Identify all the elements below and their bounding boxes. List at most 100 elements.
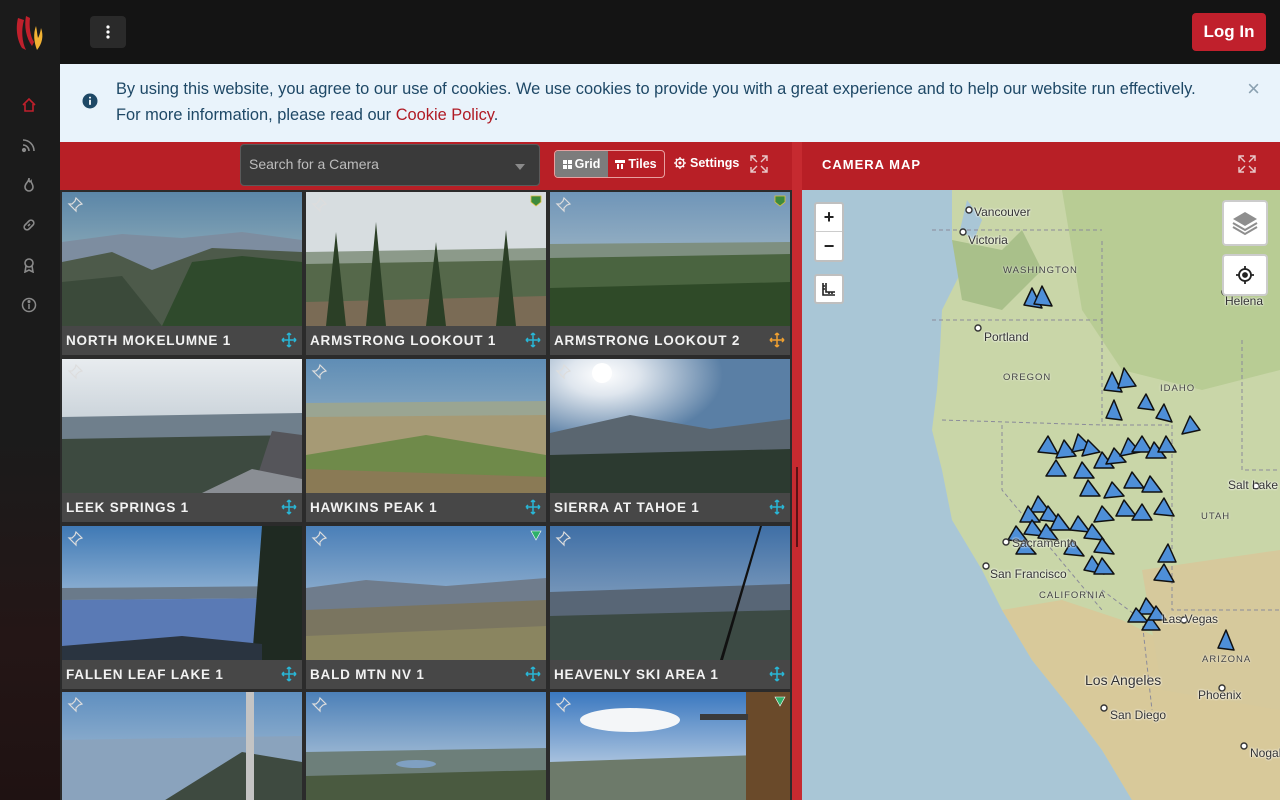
camera-image[interactable] (62, 359, 302, 493)
camera-tile[interactable] (62, 692, 302, 800)
pin-icon[interactable] (66, 363, 84, 381)
measure-button[interactable] (814, 274, 844, 304)
move-icon[interactable] (281, 666, 297, 682)
usfs-shield-icon (774, 195, 786, 207)
search-input[interactable] (249, 156, 499, 172)
layers-button[interactable] (1222, 200, 1268, 246)
camera-tile[interactable]: NORTH MOKELUMNE 1 (62, 192, 302, 355)
camera-tile[interactable]: ARMSTRONG LOOKOUT 1 (306, 192, 546, 355)
alertwildfire-logo[interactable] (14, 12, 46, 52)
zoom-control: + − (814, 202, 844, 262)
camera-image[interactable] (62, 192, 302, 326)
drag-handle[interactable] (796, 467, 798, 547)
camera-name[interactable]: ARMSTRONG LOOKOUT 2 (554, 333, 740, 348)
expand-icon[interactable] (750, 155, 768, 173)
tile-caption: FALLEN LEAF LAKE 1 (62, 660, 302, 689)
tile-caption: LEEK SPRINGS 1 (62, 493, 302, 522)
move-icon[interactable] (769, 499, 785, 515)
camera-name[interactable]: SIERRA AT TAHOE 1 (554, 500, 700, 515)
camera-name[interactable]: HEAVENLY SKI AREA 1 (554, 667, 719, 682)
camera-tile[interactable]: BALD MTN NV 1 (306, 526, 546, 689)
camera-tile[interactable]: LEEK SPRINGS 1 (62, 359, 302, 522)
zoom-in-button[interactable]: + (816, 204, 842, 232)
camera-image[interactable] (550, 692, 790, 800)
camera-image[interactable] (550, 192, 790, 326)
pin-icon[interactable] (66, 196, 84, 214)
camera-map[interactable]: Vancouver Victoria Helena Portland Salt … (802, 190, 1280, 800)
home-icon[interactable] (18, 94, 40, 116)
pin-icon[interactable] (554, 696, 572, 714)
camera-name[interactable]: BALD MTN NV 1 (310, 667, 425, 682)
camera-name[interactable]: HAWKINS PEAK 1 (310, 500, 437, 515)
camera-image[interactable] (550, 526, 790, 660)
expand-icon[interactable] (1238, 155, 1256, 173)
camera-tile[interactable] (306, 692, 546, 800)
more-menu-button[interactable] (90, 16, 126, 48)
camera-image[interactable] (306, 692, 546, 800)
camera-image[interactable] (306, 526, 546, 660)
pin-icon[interactable] (66, 530, 84, 548)
move-icon[interactable] (525, 499, 541, 515)
camera-search[interactable] (240, 144, 540, 186)
close-icon[interactable]: × (1247, 78, 1260, 100)
tile-caption: BALD MTN NV 1 (306, 660, 546, 689)
cookie-policy-link[interactable]: Cookie Policy (396, 106, 494, 124)
pin-icon[interactable] (310, 363, 328, 381)
cookie-text: By using this website, you agree to our … (116, 80, 1196, 124)
camera-tile[interactable]: SIERRA AT TAHOE 1 (550, 359, 790, 522)
fire-icon[interactable] (18, 174, 40, 196)
camera-tile[interactable]: ARMSTRONG LOOKOUT 2 (550, 192, 790, 355)
pin-icon[interactable] (66, 696, 84, 714)
move-icon[interactable] (769, 332, 785, 348)
map-panel: CAMERA MAP Vancouver Victoria Helena Por… (802, 142, 1280, 800)
map-city-label: Vancouver (974, 205, 1031, 219)
info-circle-icon[interactable] (18, 294, 40, 316)
camera-image[interactable] (62, 692, 302, 800)
panel-splitter[interactable] (792, 142, 802, 800)
crosshair-icon (1236, 266, 1254, 284)
camera-tile[interactable]: HAWKINS PEAK 1 (306, 359, 546, 522)
settings-button[interactable]: Settings (674, 156, 739, 170)
camera-tile[interactable] (550, 692, 790, 800)
award-icon[interactable] (18, 254, 40, 276)
pin-icon[interactable] (310, 196, 328, 214)
camera-image[interactable] (306, 192, 546, 326)
move-icon[interactable] (769, 666, 785, 682)
map-city-label: San Francisco (990, 567, 1067, 581)
app-root: Log In By using this website, you agree … (0, 0, 1280, 800)
map-city-label: San Diego (1110, 708, 1167, 722)
move-icon[interactable] (525, 332, 541, 348)
tiles-view-button[interactable]: Tiles (608, 151, 664, 177)
login-button[interactable]: Log In (1192, 13, 1266, 51)
camera-tile[interactable]: FALLEN LEAF LAKE 1 (62, 526, 302, 689)
move-icon[interactable] (525, 666, 541, 682)
camera-name[interactable]: LEEK SPRINGS 1 (66, 500, 189, 515)
map-city-label: Helena (1225, 294, 1264, 308)
usfs-shield-icon (530, 195, 542, 207)
move-icon[interactable] (281, 499, 297, 515)
pin-icon[interactable] (554, 530, 572, 548)
map-title: CAMERA MAP (822, 157, 922, 172)
ruler-icon (822, 283, 835, 296)
map-city-label: Los Angeles (1085, 672, 1162, 688)
layers-icon (1232, 212, 1258, 236)
camera-name[interactable]: ARMSTRONG LOOKOUT 1 (310, 333, 496, 348)
locate-button[interactable] (1222, 254, 1268, 296)
move-icon[interactable] (281, 332, 297, 348)
grid-view-button[interactable]: Grid (555, 151, 608, 177)
camera-name[interactable]: FALLEN LEAF LAKE 1 (66, 667, 224, 682)
pin-icon[interactable] (554, 196, 572, 214)
camera-image[interactable] (306, 359, 546, 493)
camera-name[interactable]: NORTH MOKELUMNE 1 (66, 333, 231, 348)
camera-tile[interactable]: HEAVENLY SKI AREA 1 (550, 526, 790, 689)
camera-image[interactable] (550, 359, 790, 493)
pin-icon[interactable] (310, 696, 328, 714)
zoom-out-button[interactable]: − (816, 232, 842, 260)
pin-icon[interactable] (310, 530, 328, 548)
chevron-down-icon[interactable] (515, 164, 525, 170)
map-canvas[interactable] (802, 190, 1280, 800)
rss-feed-icon[interactable] (18, 134, 40, 156)
link-icon[interactable] (18, 214, 40, 236)
camera-image[interactable] (62, 526, 302, 660)
pin-icon[interactable] (554, 363, 572, 381)
